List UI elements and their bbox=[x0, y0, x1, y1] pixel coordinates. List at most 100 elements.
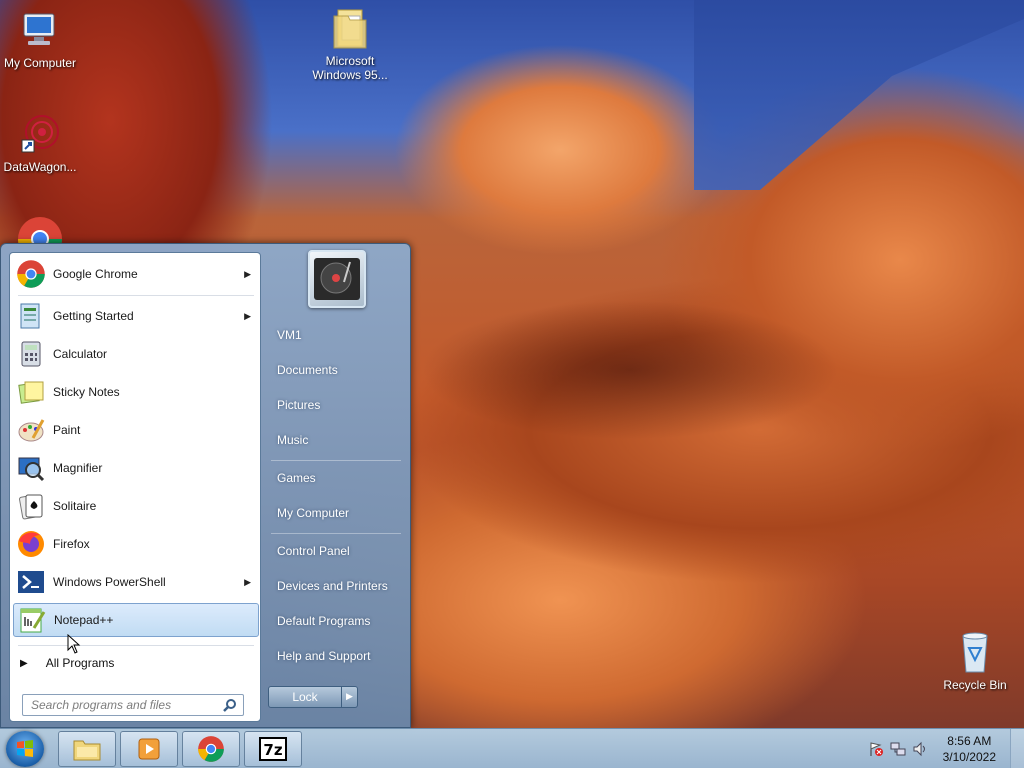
show-desktop-button[interactable] bbox=[1010, 729, 1024, 768]
program-item-solitaire[interactable]: Solitaire bbox=[13, 489, 259, 523]
all-programs-label: All Programs bbox=[45, 656, 115, 670]
desktop-icon-win95-folder[interactable]: Microsoft Windows 95... bbox=[310, 6, 390, 82]
start-button[interactable] bbox=[6, 731, 44, 767]
triangle-right-icon: ▶ bbox=[20, 657, 28, 669]
right-item-label: Games bbox=[277, 471, 316, 485]
submenu-arrow-icon: ▶ bbox=[244, 268, 251, 279]
right-item-label: Help and Support bbox=[277, 649, 371, 663]
search-icon bbox=[223, 698, 237, 715]
right-item-devices-and-printers[interactable]: Devices and Printers bbox=[273, 572, 403, 600]
program-list: Google Chrome ▶ Getting Started ▶ Calcul… bbox=[9, 252, 261, 722]
volume-icon[interactable] bbox=[912, 741, 928, 757]
separator bbox=[18, 645, 254, 646]
search-placeholder: Search programs and files bbox=[31, 698, 172, 712]
program-label: Windows PowerShell bbox=[53, 575, 166, 589]
clock-date: 3/10/2022 bbox=[942, 750, 996, 764]
wallpaper-sky bbox=[694, 0, 1024, 190]
taskbar-media-player-button[interactable] bbox=[120, 731, 178, 767]
taskbar-chrome-button[interactable] bbox=[182, 731, 240, 767]
folder-icon bbox=[73, 740, 101, 761]
right-item-help-and-support[interactable]: Help and Support bbox=[273, 642, 403, 670]
separator bbox=[271, 460, 401, 461]
desktop-icon-datawagon[interactable]: DataWagon... bbox=[0, 112, 80, 174]
taskbar-explorer-button[interactable] bbox=[58, 731, 116, 767]
right-item-documents[interactable]: Documents bbox=[273, 356, 403, 384]
desktop-icon-label: DataWagon... bbox=[3, 160, 77, 174]
right-item-music[interactable]: Music bbox=[273, 426, 403, 454]
program-item-calculator[interactable]: Calculator bbox=[13, 337, 259, 371]
program-item-google-chrome[interactable]: Google Chrome ▶ bbox=[13, 257, 259, 291]
desktop-icon-recycle-bin[interactable]: Recycle Bin bbox=[935, 630, 1015, 692]
right-item-label: Music bbox=[277, 433, 309, 447]
notification-area: 8:56 AM 3/10/2022 bbox=[854, 729, 1024, 768]
chevron-right-icon: ▶ bbox=[346, 692, 353, 702]
right-item-label: Default Programs bbox=[277, 614, 371, 628]
media-player-icon bbox=[138, 738, 160, 760]
7zip-icon: 7z bbox=[259, 737, 287, 761]
program-item-magnifier[interactable]: Magnifier bbox=[13, 451, 259, 485]
desktop-icon-my-computer[interactable]: My Computer bbox=[0, 8, 80, 70]
powershell-icon bbox=[15, 566, 47, 598]
clock-time: 8:56 AM bbox=[947, 734, 992, 748]
computer-icon bbox=[18, 8, 62, 52]
submenu-arrow-icon: ▶ bbox=[244, 310, 251, 321]
datawagon-shortcut-icon bbox=[18, 112, 62, 156]
program-item-getting-started[interactable]: Getting Started ▶ bbox=[13, 299, 259, 333]
right-item-label: Devices and Printers bbox=[277, 579, 388, 593]
program-item-firefox[interactable]: Firefox bbox=[13, 527, 259, 561]
all-programs-button[interactable]: ▶ All Programs bbox=[18, 651, 254, 675]
chrome-icon bbox=[15, 258, 47, 290]
chrome-icon bbox=[198, 736, 224, 762]
desktop-chrome-icon-partial[interactable] bbox=[16, 215, 64, 243]
right-item-pictures[interactable]: Pictures bbox=[273, 391, 403, 419]
taskbar: 7z 8:56 AM 3/10/2022 bbox=[0, 728, 1024, 768]
network-icon[interactable] bbox=[890, 741, 906, 757]
separator bbox=[271, 533, 401, 534]
firefox-icon bbox=[15, 528, 47, 560]
magnifier-icon bbox=[15, 452, 47, 484]
program-label: Solitaire bbox=[53, 499, 97, 513]
lock-button[interactable]: Lock bbox=[268, 686, 342, 708]
mouse-cursor-icon bbox=[67, 633, 81, 657]
windows-logo-icon bbox=[17, 740, 33, 757]
program-label: Notepad++ bbox=[54, 613, 114, 627]
notepadpp-icon bbox=[16, 604, 48, 636]
search-input[interactable]: Search programs and files bbox=[22, 694, 244, 716]
recycle-bin-icon bbox=[953, 630, 997, 674]
desktop-icon-label: My Computer bbox=[3, 56, 77, 70]
system-clock[interactable]: 8:56 AM 3/10/2022 bbox=[943, 733, 996, 765]
program-label: Sticky Notes bbox=[53, 385, 120, 399]
start-menu-right-pane: VM1 Documents Pictures Music Games My Co… bbox=[263, 244, 411, 729]
right-item-label: VM1 bbox=[277, 328, 302, 342]
submenu-arrow-icon: ▶ bbox=[244, 576, 251, 587]
lock-label: Lock bbox=[292, 690, 318, 704]
right-item-games[interactable]: Games bbox=[273, 464, 403, 492]
paint-icon bbox=[15, 414, 47, 446]
right-item-my-computer[interactable]: My Computer bbox=[273, 499, 403, 527]
right-item-label: Control Panel bbox=[277, 544, 350, 558]
getting-started-icon bbox=[15, 300, 47, 332]
right-item-default-programs[interactable]: Default Programs bbox=[273, 607, 403, 635]
program-item-paint[interactable]: Paint bbox=[13, 413, 259, 447]
right-item-control-panel[interactable]: Control Panel bbox=[273, 537, 403, 565]
shutdown-options-arrow-button[interactable]: ▶ bbox=[342, 686, 358, 708]
sticky-notes-icon bbox=[15, 376, 47, 408]
program-item-windows-powershell[interactable]: Windows PowerShell ▶ bbox=[13, 565, 259, 599]
desktop-icon-label: Microsoft Windows 95... bbox=[312, 54, 388, 82]
program-item-sticky-notes[interactable]: Sticky Notes bbox=[13, 375, 259, 409]
right-item-label: My Computer bbox=[277, 506, 350, 520]
desktop-icon-label: Recycle Bin bbox=[943, 678, 1007, 692]
program-label: Calculator bbox=[53, 347, 108, 361]
taskbar-7zip-button[interactable]: 7z bbox=[244, 731, 302, 767]
svg-text:7z: 7z bbox=[263, 741, 282, 759]
action-center-flag-icon[interactable] bbox=[868, 741, 884, 757]
start-menu: Google Chrome ▶ Getting Started ▶ Calcul… bbox=[0, 243, 411, 728]
folder-icon bbox=[328, 6, 372, 50]
program-item-notepad-plus-plus[interactable]: Notepad++ bbox=[13, 603, 259, 637]
right-item-vm1[interactable]: VM1 bbox=[273, 321, 403, 349]
program-label: Magnifier bbox=[53, 461, 103, 475]
separator bbox=[18, 295, 254, 296]
solitaire-icon bbox=[15, 490, 47, 522]
program-label: Paint bbox=[53, 423, 81, 437]
user-picture-avatar[interactable] bbox=[308, 250, 366, 308]
